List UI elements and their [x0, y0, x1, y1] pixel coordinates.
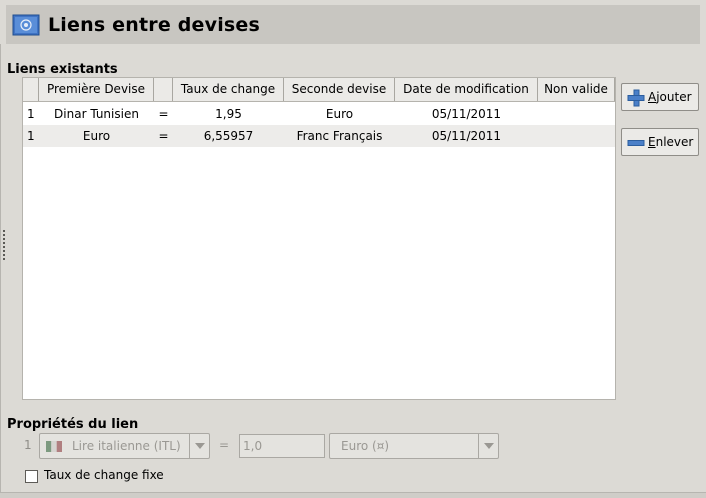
window-bottom-edge [0, 492, 706, 498]
row-first-currency: Dinar Tunisien [54, 107, 139, 121]
remove-button-label: Enlever [648, 135, 694, 149]
add-button-label: Ajouter [648, 90, 692, 104]
link-quantity: 1 [24, 438, 32, 452]
first-currency-select[interactable]: Lire italienne (ITL) [39, 433, 210, 459]
equals-sign: = [219, 438, 230, 452]
table-header: Première Devise Taux de change Seconde d… [23, 78, 615, 102]
table-row[interactable]: 1 Dinar Tunisien = 1,95 Euro 05/11/2011 [23, 103, 615, 125]
link-properties-label: Propriétés du lien [7, 417, 139, 432]
existing-links-label: Liens existants [7, 62, 118, 77]
chevron-down-icon[interactable] [478, 434, 498, 458]
row-invalid [538, 125, 615, 147]
row-second-currency: Euro [325, 107, 354, 121]
fixed-rate-label[interactable]: Taux de change fixe [44, 468, 164, 482]
row-invalid [538, 103, 615, 125]
remove-button[interactable]: Enlever [621, 128, 699, 156]
column-header-rate[interactable]: Taux de change [173, 78, 284, 101]
column-header-qty[interactable] [23, 78, 39, 101]
second-currency-value: Euro (¤) [341, 439, 390, 453]
row-rate: 6,55957 [203, 129, 254, 143]
plus-icon [627, 89, 645, 107]
row-qty: 1 [27, 107, 35, 121]
table-row[interactable]: 1 Euro = 6,55957 Franc Français 05/11/20… [23, 125, 615, 147]
row-operator: = [158, 129, 169, 143]
fixed-rate-checkbox[interactable] [25, 470, 38, 483]
second-currency-select[interactable]: Euro (¤) [329, 433, 499, 459]
italy-flag-icon [46, 441, 62, 452]
currency-flag-icon [12, 14, 40, 36]
page-title: Liens entre devises [48, 14, 261, 36]
window-left-edge [0, 44, 1, 498]
minus-icon [627, 140, 645, 146]
rate-input[interactable]: 1,0 [239, 434, 325, 458]
row-operator: = [158, 107, 169, 121]
row-date: 05/11/2011 [431, 107, 502, 121]
column-header-operator[interactable] [154, 78, 173, 101]
row-first-currency: Euro [82, 129, 111, 143]
first-currency-value: Lire italienne (ITL) [72, 439, 181, 453]
row-second-currency: Franc Français [296, 129, 383, 143]
column-header-date[interactable]: Date de modification [395, 78, 538, 101]
pane-resize-grip[interactable] [1, 230, 7, 264]
row-rate: 1,95 [215, 107, 242, 121]
column-header-second-currency[interactable]: Seconde devise [284, 78, 395, 101]
chevron-down-icon[interactable] [189, 434, 209, 458]
links-table[interactable]: Première Devise Taux de change Seconde d… [22, 77, 616, 400]
column-header-first-currency[interactable]: Première Devise [39, 78, 154, 101]
page-header: Liens entre devises [6, 5, 700, 44]
column-header-invalid[interactable]: Non valide [538, 78, 615, 101]
row-date: 05/11/2011 [431, 129, 502, 143]
add-button[interactable]: Ajouter [621, 83, 699, 111]
row-qty: 1 [27, 129, 35, 143]
